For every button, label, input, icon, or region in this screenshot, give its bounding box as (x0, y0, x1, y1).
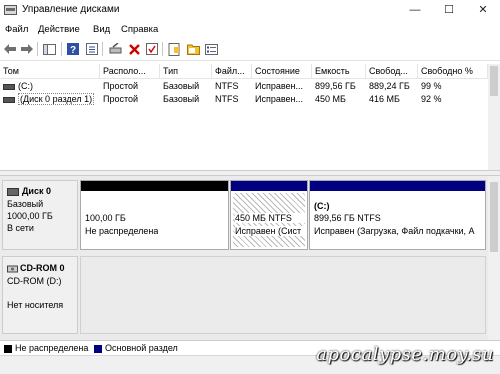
toolbar-separator (102, 42, 103, 56)
cdrom-state: Нет носителя (7, 300, 64, 310)
volume-type: Базовый (163, 81, 200, 91)
legend-label-unallocated: Не распределена (15, 343, 89, 353)
legend-swatch-unallocated (4, 345, 12, 353)
list-view-icon[interactable] (203, 41, 219, 57)
volume-list-scrollbar[interactable] (488, 64, 500, 170)
disk-size: 1000,00 ГБ (7, 211, 53, 221)
delete-icon[interactable] (126, 41, 142, 57)
back-icon[interactable] (2, 41, 18, 57)
properties-icon[interactable] (84, 41, 100, 57)
toolbar: ? (0, 38, 500, 61)
partition-unallocated[interactable]: 100,00 ГБ Не распределена (80, 180, 229, 250)
cdrom-empty-area[interactable] (80, 256, 486, 334)
watermark: apocalypse.moy.su (316, 344, 494, 365)
volume-layout: Простой (103, 81, 139, 91)
disk-map-scrollbar[interactable] (488, 176, 500, 340)
window-title: Управление дисками (22, 4, 120, 15)
column-header-layout[interactable]: Располо... (100, 64, 160, 78)
volume-free-percent: 99 % (421, 81, 442, 91)
partition-status: Не распределена (85, 226, 159, 236)
connect-icon[interactable] (107, 41, 123, 57)
volume-filesystem: NTFS (215, 94, 239, 104)
disk-type: Базовый (7, 199, 44, 209)
volume-list-header: Том Располо... Тип Файл... Состояние Емк… (0, 64, 490, 79)
toolbar-separator (162, 42, 163, 56)
cdrom-type: CD-ROM (D:) (7, 276, 62, 286)
volume-filesystem: NTFS (215, 81, 239, 91)
column-header-type[interactable]: Тип (160, 64, 212, 78)
cdrom-icon (7, 265, 18, 273)
volume-row[interactable]: (C:) Простой Базовый NTFS Исправен... 89… (0, 80, 490, 92)
volume-icon (3, 83, 15, 90)
column-header-volume[interactable]: Том (0, 64, 100, 78)
volume-icon (3, 96, 15, 103)
volume-name: (C:) (18, 81, 33, 91)
partition-c[interactable]: (C:) 899,56 ГБ NTFS Исправен (Загрузка, … (309, 180, 486, 250)
svg-text:?: ? (70, 45, 76, 55)
legend-label-primary: Основной раздел (105, 343, 178, 353)
menu-view[interactable]: Вид (93, 24, 110, 35)
legend-swatch-primary (94, 345, 102, 353)
column-header-free[interactable]: Свобод... (366, 64, 418, 78)
scrollbar-thumb[interactable] (490, 182, 498, 252)
column-header-filesystem[interactable]: Файл... (212, 64, 252, 78)
partition-color-bar (81, 181, 228, 191)
menu-bar: Файл Действие Вид Справка (0, 20, 500, 38)
console-tree-icon[interactable] (41, 41, 57, 57)
disk-icon (7, 187, 19, 196)
volume-status: Исправен... (255, 94, 304, 104)
volume-type: Базовый (163, 94, 200, 104)
volume-free-percent: 92 % (421, 94, 442, 104)
volume-layout: Простой (103, 94, 139, 104)
partition-selected-hatch: 450 МБ NTFS Исправен (Сист (233, 193, 305, 247)
partition-size: 899,56 ГБ NTFS (314, 213, 381, 223)
partition-system-reserved[interactable]: 450 МБ NTFS Исправен (Сист (230, 180, 308, 250)
open-folder-icon[interactable] (185, 41, 201, 57)
volume-row[interactable]: (Диск 0 раздел 1) Простой Базовый NTFS И… (0, 93, 490, 105)
partition-color-bar (310, 181, 485, 191)
disk-0-info[interactable]: Диск 0 Базовый 1000,00 ГБ В сети (2, 180, 78, 250)
toolbar-separator (37, 42, 38, 56)
volume-free: 889,24 ГБ (369, 81, 410, 91)
disk-map-pane: Диск 0 Базовый 1000,00 ГБ В сети 100,00 … (0, 176, 488, 340)
menu-file[interactable]: Файл (5, 24, 28, 35)
cdrom-name: CD-ROM 0 (20, 263, 65, 273)
partition-size: 100,00 ГБ (85, 213, 126, 223)
disk-state: В сети (7, 223, 34, 233)
maximize-button[interactable]: ☐ (432, 0, 466, 20)
volume-capacity: 450 МБ (315, 94, 346, 104)
menu-action[interactable]: Действие (38, 24, 80, 35)
scrollbar-thumb[interactable] (490, 66, 498, 96)
volume-status: Исправен... (255, 81, 304, 91)
toolbar-separator (61, 42, 62, 56)
volume-name: (Диск 0 раздел 1) (18, 93, 95, 105)
close-button[interactable]: ✕ (466, 0, 500, 20)
minimize-button[interactable]: — (398, 0, 432, 20)
folder-icon[interactable] (166, 41, 182, 57)
partition-color-bar (231, 181, 307, 191)
partition-status: Исправен (Сист (235, 226, 305, 236)
title-bar: Управление дисками — ☐ ✕ (0, 0, 500, 20)
disk-management-app-icon (4, 5, 17, 15)
partition-label: (C:) (314, 201, 330, 211)
cdrom-0-info[interactable]: CD-ROM 0 CD-ROM (D:) Нет носителя (2, 256, 78, 334)
menu-help[interactable]: Справка (121, 24, 158, 35)
volume-capacity: 899,56 ГБ (315, 81, 356, 91)
disk-name: Диск 0 (22, 186, 51, 196)
partition-status: Исправен (Загрузка, Файл подкачки, А (314, 226, 475, 236)
column-header-status[interactable]: Состояние (252, 64, 312, 78)
forward-icon[interactable] (19, 41, 35, 57)
partition-size: 450 МБ NTFS (235, 213, 305, 223)
check-icon[interactable] (144, 41, 160, 57)
help-icon[interactable]: ? (65, 41, 81, 57)
column-header-free-percent[interactable]: Свободно % (418, 64, 488, 78)
column-header-capacity[interactable]: Емкость (312, 64, 366, 78)
volume-free: 416 МБ (369, 94, 400, 104)
